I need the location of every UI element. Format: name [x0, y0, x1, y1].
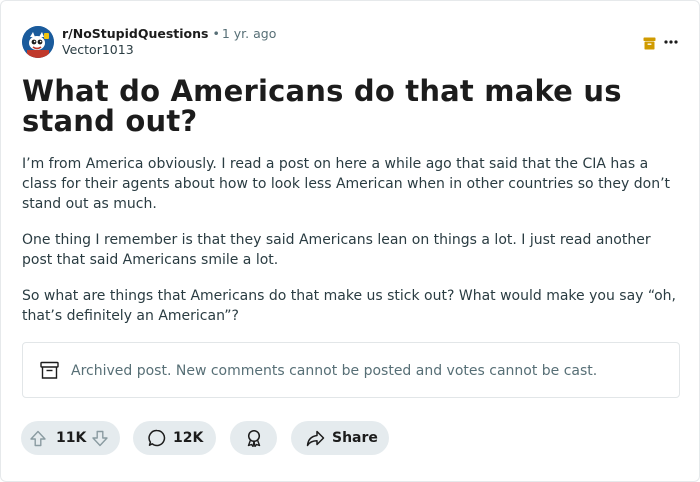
post-header: r/NoStupidQuestions • 1 yr. ago Vector1013: [22, 26, 682, 58]
share-button[interactable]: Share: [291, 421, 389, 455]
post-actions: 11K 12K Share: [21, 421, 681, 455]
archived-notice-text: Archived post. New comments cannot be po…: [71, 363, 598, 379]
archived-notice: Archived post. New comments cannot be po…: [22, 342, 680, 398]
comment-count: 12K: [173, 430, 204, 446]
post-card: r/NoStupidQuestions • 1 yr. ago Vector1013…: [0, 0, 700, 482]
downvote-button[interactable]: [92, 430, 108, 447]
subreddit-avatar-image: [22, 26, 54, 58]
award-button[interactable]: [230, 421, 277, 455]
share-arrow-icon: [306, 430, 325, 446]
meta-separator: •: [212, 26, 220, 41]
subreddit-link[interactable]: r/NoStupidQuestions: [62, 26, 208, 41]
downvote-arrow-icon: [92, 430, 108, 446]
body-paragraph: One thing I remember is that they said A…: [22, 232, 651, 268]
post-time: 1 yr. ago: [221, 26, 277, 41]
post-body: I’m from America obviously. I read a pos…: [22, 154, 682, 342]
post-title: What do Americans do that make us stand …: [22, 74, 622, 138]
more-dots-icon: [664, 40, 678, 44]
upvote-arrow-icon: [30, 430, 46, 446]
archive-box-icon: [643, 35, 656, 50]
author-link[interactable]: Vector1013: [62, 42, 276, 58]
award-ribbon-icon: [247, 429, 260, 447]
body-paragraph: I’m from America obviously. I read a pos…: [22, 156, 671, 212]
archive-icon: [40, 361, 59, 380]
vote-count: 11K: [56, 430, 87, 446]
more-options-button[interactable]: [661, 32, 681, 52]
meta-line: r/NoStupidQuestions • 1 yr. ago: [62, 26, 276, 42]
comment-bubble-icon: [148, 429, 166, 447]
share-label: Share: [332, 430, 378, 446]
subreddit-avatar[interactable]: [22, 26, 54, 58]
vote-controls: 11K: [21, 421, 120, 455]
upvote-button[interactable]: [30, 430, 46, 447]
post-meta: r/NoStupidQuestions • 1 yr. ago Vector1013: [62, 26, 276, 58]
body-paragraph: So what are things that Americans do tha…: [22, 288, 677, 324]
comments-button[interactable]: 12K: [133, 421, 216, 455]
